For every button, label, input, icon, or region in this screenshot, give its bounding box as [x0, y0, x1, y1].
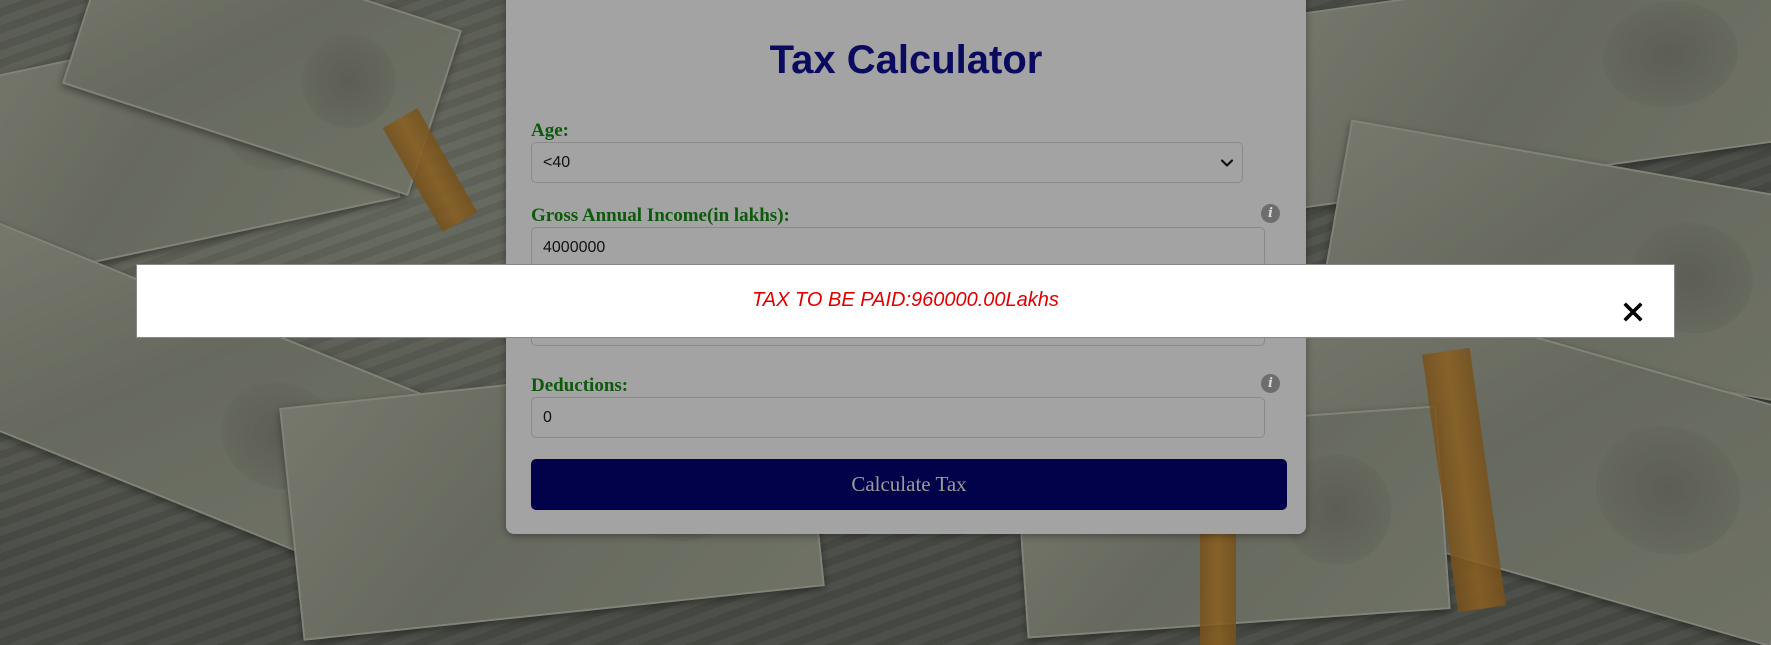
chevron-down-icon	[1220, 159, 1234, 167]
calculate-tax-button[interactable]: Calculate Tax	[531, 459, 1287, 510]
deductions-label: Deductions:	[531, 375, 629, 396]
age-select[interactable]: <40	[531, 142, 1243, 183]
close-icon[interactable]	[1622, 301, 1644, 323]
gross-income-value: 4000000	[543, 238, 606, 256]
gross-income-label: Gross Annual Income(in lakhs):	[531, 205, 790, 226]
gross-income-input[interactable]: 4000000	[531, 227, 1265, 268]
tax-result-message: TAX TO BE PAID:960000.00Lakhs	[752, 289, 1059, 311]
result-modal: TAX TO BE PAID:960000.00Lakhs	[136, 264, 1675, 338]
age-label: Age:	[531, 120, 569, 141]
info-icon[interactable]: i	[1261, 204, 1280, 223]
page-title: Tax Calculator	[769, 38, 1043, 82]
age-select-value: <40	[543, 153, 571, 171]
deductions-input[interactable]: 0	[531, 397, 1265, 438]
deductions-value: 0	[543, 408, 552, 426]
info-icon[interactable]: i	[1261, 374, 1280, 393]
